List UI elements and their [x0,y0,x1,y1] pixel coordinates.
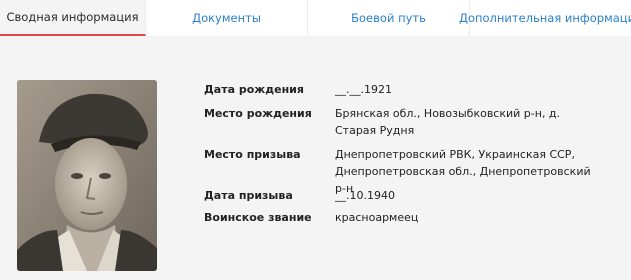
soldier-portrait-photo [17,80,157,271]
tab-bar: Сводная информация Документы Боевой путь… [0,0,631,36]
birth-place-label: Место рождения [204,107,312,120]
birth-place-value: Брянская обл., Новозыбковский р-н, д. Ст… [335,107,561,137]
conscription-date-label: Дата призыва [204,189,293,202]
tab-documents[interactable]: Документы [146,0,308,36]
tab-additional-info[interactable]: Дополнительная информация [459,0,631,36]
birth-date-value: __.__.1921 [335,83,392,96]
conscription-place-label: Место призыва [204,148,301,161]
birth-date-label: Дата рождения [204,83,304,96]
tab-combat-path[interactable]: Боевой путь [308,0,470,36]
rank-label: Воинское звание [204,211,312,224]
tab-summary[interactable]: Сводная информация [0,0,146,36]
conscription-date-value: __.10.1940 [335,189,395,202]
rank-value: красноармеец [335,211,419,224]
